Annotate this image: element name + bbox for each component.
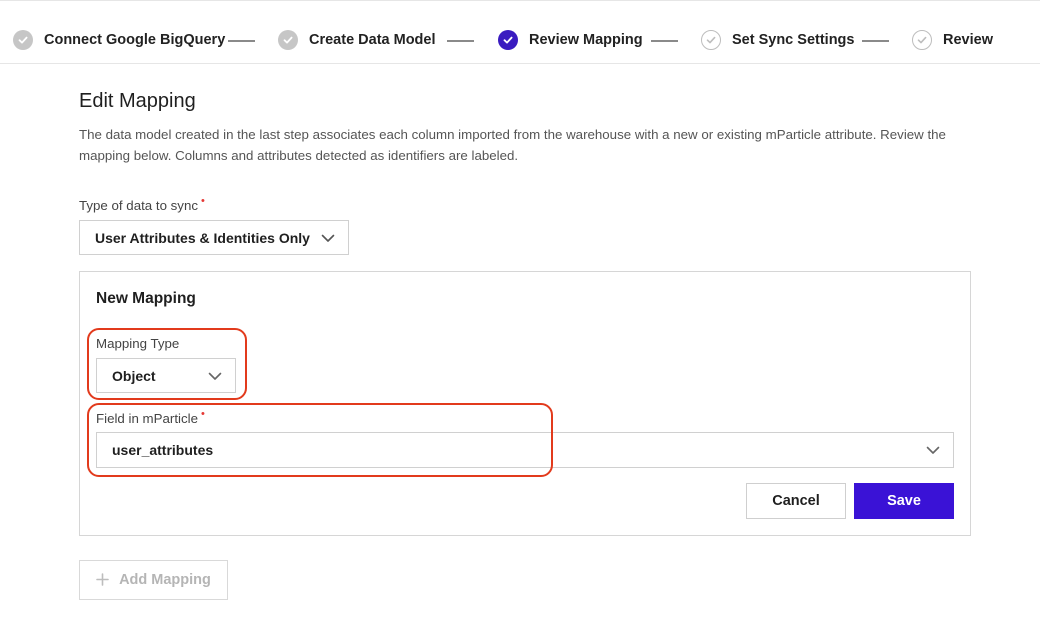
check-icon xyxy=(13,30,33,50)
step-connector xyxy=(228,40,255,42)
step-connect-google-bigquery[interactable]: Connect Google BigQuery xyxy=(13,30,225,50)
plus-icon xyxy=(96,570,109,590)
step-connector xyxy=(651,40,678,42)
step-connector xyxy=(447,40,474,42)
step-label: Create Data Model xyxy=(309,32,436,48)
sync-type-label: Type of data to sync • xyxy=(79,195,205,213)
chevron-down-icon xyxy=(321,234,335,242)
step-label: Review xyxy=(943,32,993,48)
required-marker: • xyxy=(201,195,205,207)
sync-type-value: User Attributes & Identities Only xyxy=(95,229,310,246)
sync-type-select[interactable]: User Attributes & Identities Only xyxy=(79,220,349,255)
step-create-data-model[interactable]: Create Data Model xyxy=(278,30,436,50)
chevron-down-icon xyxy=(926,446,940,454)
check-icon xyxy=(278,30,298,50)
check-circle-icon xyxy=(701,30,721,50)
new-mapping-title: New Mapping xyxy=(96,290,196,307)
check-icon xyxy=(498,30,518,50)
step-review[interactable]: Review xyxy=(912,30,993,50)
setup-stepper: Connect Google BigQuery Create Data Mode… xyxy=(0,0,1040,64)
step-set-sync-settings[interactable]: Set Sync Settings xyxy=(701,30,854,50)
annotation-highlight-mapping-type xyxy=(87,328,247,400)
cancel-button[interactable]: Cancel xyxy=(746,483,846,519)
add-mapping-label: Add Mapping xyxy=(119,572,211,588)
page-title: Edit Mapping xyxy=(79,90,196,112)
step-label: Review Mapping xyxy=(529,32,643,48)
step-label: Connect Google BigQuery xyxy=(44,32,226,48)
step-review-mapping[interactable]: Review Mapping xyxy=(498,30,643,50)
save-button[interactable]: Save xyxy=(854,483,954,519)
step-connector xyxy=(862,40,889,42)
annotation-highlight-field xyxy=(87,403,553,477)
check-circle-icon xyxy=(912,30,932,50)
add-mapping-button[interactable]: Add Mapping xyxy=(79,560,228,600)
page-description: The data model created in the last step … xyxy=(79,127,946,163)
sync-type-label-text: Type of data to sync xyxy=(79,198,199,213)
step-label: Set Sync Settings xyxy=(732,32,855,48)
